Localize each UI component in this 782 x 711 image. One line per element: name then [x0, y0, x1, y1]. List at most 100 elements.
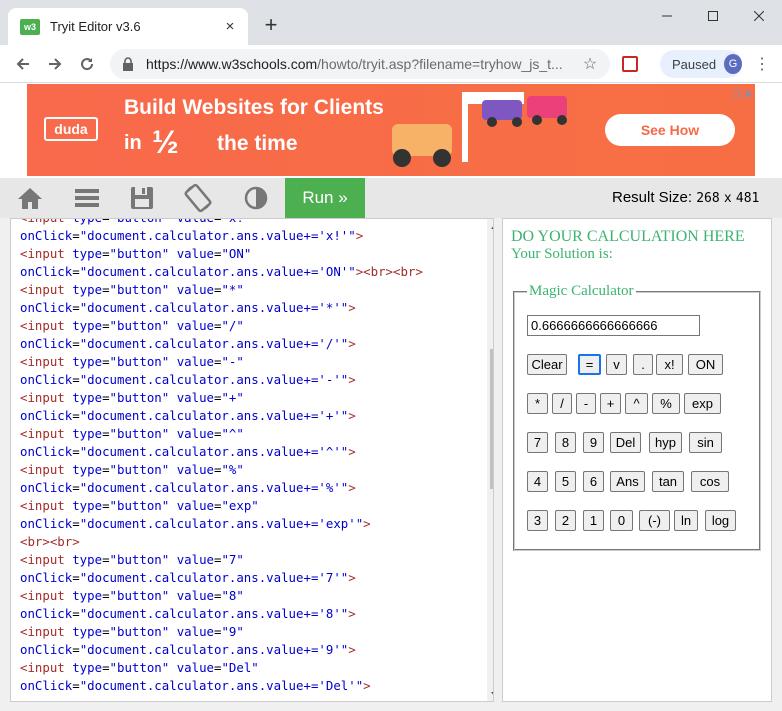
calc-button[interactable]: 3 — [527, 510, 548, 531]
menu-icon[interactable] — [72, 184, 102, 212]
calc-button[interactable]: sin — [689, 432, 722, 453]
code-line[interactable]: onClick="document.calculator.ans.value+=… — [20, 641, 423, 659]
calc-button[interactable]: tan — [652, 471, 684, 492]
calc-button[interactable]: / — [552, 393, 572, 414]
back-icon[interactable] — [10, 51, 36, 77]
code-line[interactable]: <input type="button" value="%" — [20, 461, 423, 479]
minimize-icon[interactable] — [644, 0, 690, 32]
ad-logo: duda — [44, 117, 98, 141]
ad-see-how-button[interactable]: See How — [605, 114, 735, 146]
maximize-icon[interactable] — [690, 0, 736, 32]
close-icon[interactable] — [736, 0, 782, 32]
calc-button[interactable]: 4 — [527, 471, 548, 492]
code-text[interactable]: <input type="button" value="x!"onClick="… — [20, 219, 423, 695]
code-line[interactable]: onClick="document.calculator.ans.value+=… — [20, 677, 423, 695]
new-tab-button[interactable]: + — [259, 12, 283, 37]
code-line[interactable]: onClick="document.calculator.ans.value+=… — [20, 515, 423, 533]
code-line[interactable]: onClick="document.calculator.ans.value+=… — [20, 227, 423, 245]
code-token: type — [72, 246, 103, 261]
code-line[interactable]: onClick="document.calculator.ans.value+=… — [20, 605, 423, 623]
code-line[interactable]: <input type="button" value="+" — [20, 389, 423, 407]
code-token: "button" — [109, 390, 170, 405]
calc-button[interactable]: % — [652, 393, 680, 414]
calc-button[interactable]: Clear — [527, 354, 567, 375]
calc-button[interactable]: v — [606, 354, 627, 375]
code-token: type — [72, 462, 103, 477]
code-token: "button" — [109, 462, 170, 477]
code-line[interactable]: <input type="button" value="Del" — [20, 659, 423, 677]
calc-button[interactable]: = — [578, 354, 601, 375]
code-line[interactable]: <input type="button" value="-" — [20, 353, 423, 371]
calc-button[interactable]: ^ — [625, 393, 648, 414]
scroll-thumb[interactable] — [490, 349, 493, 489]
calc-button[interactable]: log — [705, 510, 736, 531]
code-scrollbar[interactable] — [487, 219, 493, 701]
reload-icon[interactable] — [74, 51, 100, 77]
rotate-icon[interactable] — [183, 183, 213, 213]
forward-icon[interactable] — [42, 51, 68, 77]
code-line[interactable]: <input type="button" value="/" — [20, 317, 423, 335]
calc-button[interactable]: ln — [674, 510, 698, 531]
calc-button[interactable]: + — [600, 393, 621, 414]
code-line[interactable]: onClick="document.calculator.ans.value+=… — [20, 479, 423, 497]
ad-banner[interactable]: duda Build Websites for Clients in ½ the… — [27, 84, 755, 176]
code-token: > — [348, 480, 356, 495]
code-line[interactable]: <input type="button" value="exp" — [20, 497, 423, 515]
code-line[interactable]: onClick="document.calculator.ans.value+=… — [20, 371, 423, 389]
address-bar[interactable]: https://www.w3schools.com/howto/tryit.as… — [110, 49, 610, 79]
calc-button[interactable]: x! — [656, 354, 683, 375]
code-token: "document.calculator.ans.value+='+'" — [79, 408, 349, 423]
calc-button[interactable]: Ans — [610, 471, 645, 492]
code-line[interactable]: <input type="button" value="9" — [20, 623, 423, 641]
code-line[interactable]: onClick="document.calculator.ans.value+=… — [20, 443, 423, 461]
code-token: value — [176, 624, 214, 639]
calc-button[interactable]: 6 — [583, 471, 604, 492]
code-line[interactable]: onClick="document.calculator.ans.value+=… — [20, 407, 423, 425]
code-line[interactable]: onClick="document.calculator.ans.value+=… — [20, 299, 423, 317]
scroll-down-icon[interactable] — [491, 691, 493, 699]
calc-button[interactable]: 5 — [555, 471, 576, 492]
run-button[interactable]: Run » — [285, 178, 365, 218]
save-icon[interactable] — [127, 184, 157, 212]
code-line[interactable]: <input type="button" value="8" — [20, 587, 423, 605]
code-line[interactable]: <input type="button" value="ON" — [20, 245, 423, 263]
code-line[interactable]: <input type="button" value="^" — [20, 425, 423, 443]
calc-button[interactable]: 8 — [555, 432, 576, 453]
calc-button[interactable]: 9 — [583, 432, 604, 453]
code-line[interactable]: <br><br> — [20, 533, 423, 551]
code-line[interactable]: <input type="button" value="x!" — [20, 219, 423, 227]
code-editor[interactable]: <input type="button" value="x!"onClick="… — [10, 218, 494, 702]
calc-button[interactable]: 0 — [610, 510, 633, 531]
star-icon[interactable]: ☆ — [580, 54, 600, 74]
calc-button[interactable]: 2 — [555, 510, 576, 531]
calc-button[interactable]: hyp — [649, 432, 682, 453]
code-token: = — [102, 426, 110, 441]
calc-button[interactable]: exp — [684, 393, 721, 414]
code-line[interactable]: onClick="document.calculator.ans.value+=… — [20, 335, 423, 353]
code-line[interactable]: <input type="button" value="7" — [20, 551, 423, 569]
url-text: https://www.w3schools.com/howto/tryit.as… — [146, 56, 580, 72]
code-line[interactable]: <input type="button" value="*" — [20, 281, 423, 299]
code-token: "-" — [221, 354, 244, 369]
scroll-up-icon[interactable] — [491, 222, 493, 230]
tab-close-icon[interactable]: × — [220, 17, 240, 37]
ad-info-icon[interactable]: ⓘ✕ — [733, 86, 753, 102]
calc-button[interactable]: Del — [610, 432, 641, 453]
calc-button[interactable]: . — [633, 354, 653, 375]
calc-button[interactable]: cos — [691, 471, 729, 492]
code-line[interactable]: onClick="document.calculator.ans.value+=… — [20, 263, 423, 281]
calc-button[interactable]: * — [527, 393, 548, 414]
calc-button[interactable]: 1 — [583, 510, 604, 531]
answer-field[interactable] — [527, 315, 700, 336]
menu-icon[interactable]: ⋮ — [752, 54, 772, 74]
browser-tab[interactable]: w3 Tryit Editor v3.6 × — [8, 8, 248, 45]
home-icon[interactable] — [15, 184, 45, 212]
calc-button[interactable]: ON — [688, 354, 723, 375]
code-line[interactable]: onClick="document.calculator.ans.value+=… — [20, 569, 423, 587]
calc-button[interactable]: - — [576, 393, 596, 414]
profile-button[interactable]: Paused G — [660, 50, 742, 78]
contrast-icon[interactable] — [241, 184, 271, 212]
calc-button[interactable]: (-) — [639, 510, 670, 531]
calc-button[interactable]: 7 — [527, 432, 548, 453]
extension-icon[interactable] — [622, 56, 638, 72]
